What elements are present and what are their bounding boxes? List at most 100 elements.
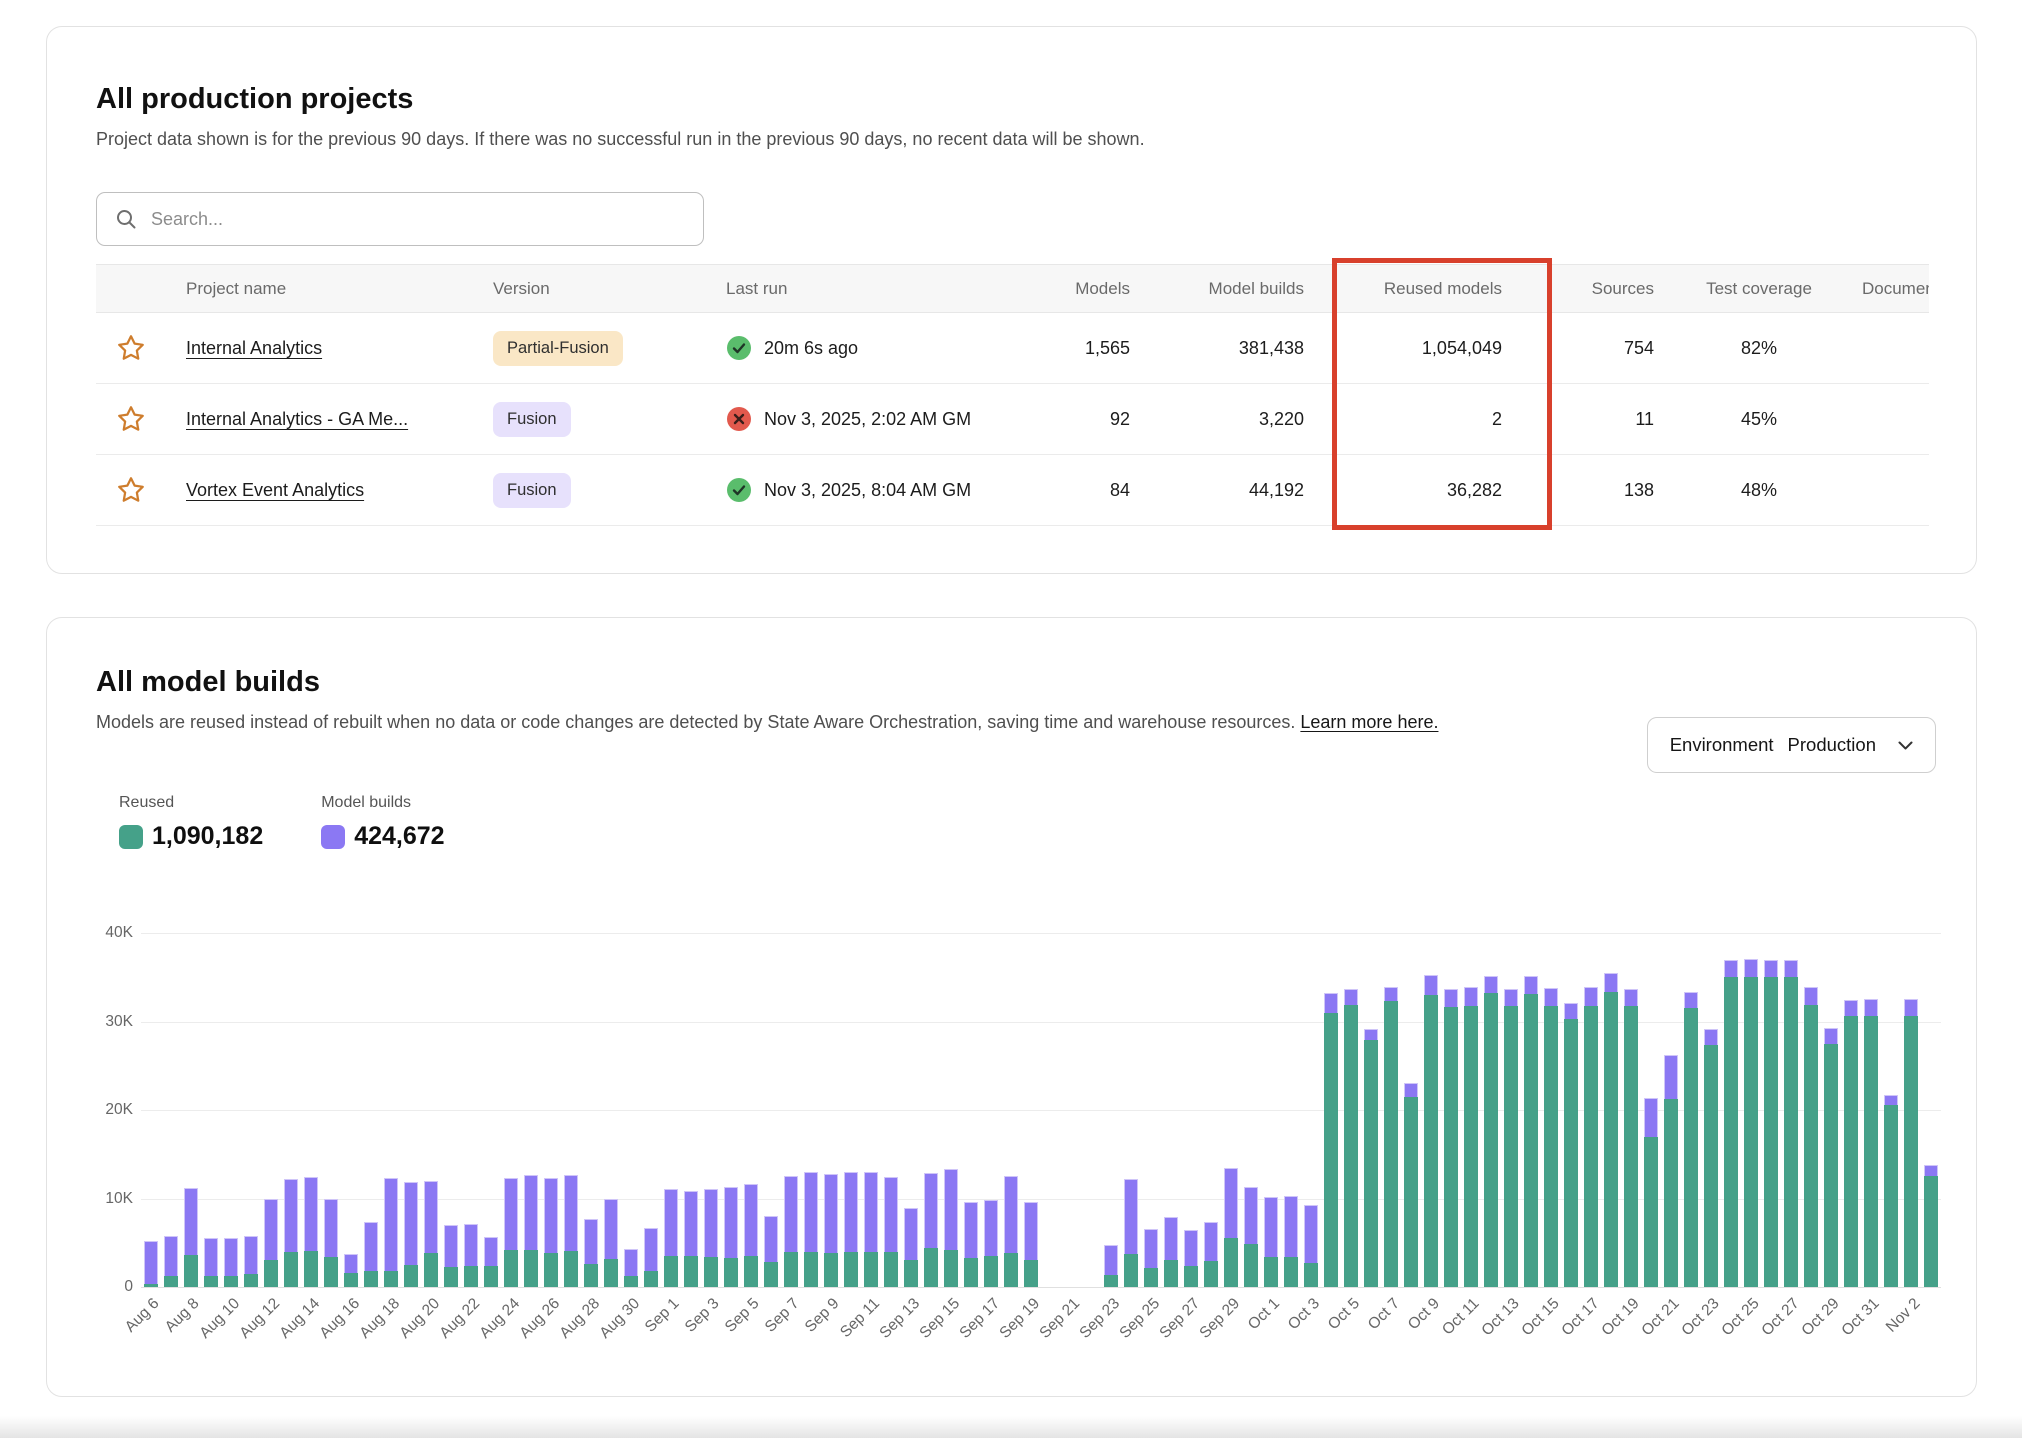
bar-aug-13[interactable] (281, 933, 301, 1287)
bar-sep-6[interactable] (761, 933, 781, 1287)
bar-sep-17[interactable]: Sep 17 (981, 933, 1001, 1287)
bar-oct-29[interactable]: Oct 29 (1821, 933, 1841, 1287)
bar-oct-23[interactable]: Oct 23 (1701, 933, 1721, 1287)
bar-oct-12[interactable] (1481, 933, 1501, 1287)
project-name-link[interactable]: Internal Analytics (186, 338, 322, 359)
bar-aug-19[interactable] (401, 933, 421, 1287)
bar-nov-1[interactable] (1881, 933, 1901, 1287)
bar-oct-15[interactable]: Oct 15 (1541, 933, 1561, 1287)
bar-sep-18[interactable] (1001, 933, 1021, 1287)
bar-aug-30[interactable]: Aug 30 (621, 933, 641, 1287)
bar-sep-29[interactable]: Sep 29 (1221, 933, 1241, 1287)
bar-sep-1[interactable]: Sep 1 (661, 933, 681, 1287)
bar-sep-19[interactable]: Sep 19 (1021, 933, 1041, 1287)
bar-aug-27[interactable] (561, 933, 581, 1287)
bar-oct-6[interactable] (1361, 933, 1381, 1287)
bar-oct-9[interactable]: Oct 9 (1421, 933, 1441, 1287)
bar-oct-27[interactable]: Oct 27 (1781, 933, 1801, 1287)
bar-aug-9[interactable] (201, 933, 221, 1287)
table-row[interactable]: Internal Analytics - GA Me...FusionNov 3… (96, 384, 1929, 455)
bar-aug-31[interactable] (641, 933, 661, 1287)
bar-oct-28[interactable] (1801, 933, 1821, 1287)
bar-sep-21[interactable]: Sep 21 (1061, 933, 1081, 1287)
environment-dropdown[interactable]: Environment Production (1647, 717, 1936, 773)
bar-sep-8[interactable] (801, 933, 821, 1287)
bar-oct-2[interactable] (1281, 933, 1301, 1287)
bar-oct-4[interactable] (1321, 933, 1341, 1287)
bar-sep-5[interactable]: Sep 5 (741, 933, 761, 1287)
bar-oct-7[interactable]: Oct 7 (1381, 933, 1401, 1287)
bar-oct-25[interactable]: Oct 25 (1741, 933, 1761, 1287)
bar-oct-10[interactable] (1441, 933, 1461, 1287)
bar-aug-24[interactable]: Aug 24 (501, 933, 521, 1287)
bar-sep-16[interactable] (961, 933, 981, 1287)
bar-aug-8[interactable]: Aug 8 (181, 933, 201, 1287)
bar-sep-26[interactable] (1161, 933, 1181, 1287)
star-icon[interactable] (116, 404, 146, 434)
bar-oct-17[interactable]: Oct 17 (1581, 933, 1601, 1287)
bar-sep-3[interactable]: Sep 3 (701, 933, 721, 1287)
bar-oct-18[interactable] (1601, 933, 1621, 1287)
bar-aug-29[interactable] (601, 933, 621, 1287)
bar-aug-20[interactable]: Aug 20 (421, 933, 441, 1287)
bar-aug-28[interactable]: Aug 28 (581, 933, 601, 1287)
bar-sep-20[interactable] (1041, 933, 1061, 1287)
bar-aug-10[interactable]: Aug 10 (221, 933, 241, 1287)
bar-aug-15[interactable] (321, 933, 341, 1287)
bar-aug-25[interactable] (521, 933, 541, 1287)
star-icon[interactable] (116, 475, 146, 505)
table-row[interactable]: Internal AnalyticsPartial-Fusion20m 6s a… (96, 313, 1929, 384)
bar-sep-14[interactable] (921, 933, 941, 1287)
bar-aug-6[interactable]: Aug 6 (141, 933, 161, 1287)
bar-nov-2[interactable]: Nov 2 (1901, 933, 1921, 1287)
bar-sep-22[interactable] (1081, 933, 1101, 1287)
bar-sep-23[interactable]: Sep 23 (1101, 933, 1121, 1287)
bar-oct-13[interactable]: Oct 13 (1501, 933, 1521, 1287)
bar-aug-23[interactable] (481, 933, 501, 1287)
bar-sep-28[interactable] (1201, 933, 1221, 1287)
bar-aug-14[interactable]: Aug 14 (301, 933, 321, 1287)
bar-sep-12[interactable] (881, 933, 901, 1287)
bar-oct-22[interactable] (1681, 933, 1701, 1287)
bar-sep-25[interactable]: Sep 25 (1141, 933, 1161, 1287)
bar-oct-5[interactable]: Oct 5 (1341, 933, 1361, 1287)
bar-oct-30[interactable] (1841, 933, 1861, 1287)
bar-sep-30[interactable] (1241, 933, 1261, 1287)
bar-oct-21[interactable]: Oct 21 (1661, 933, 1681, 1287)
bar-oct-26[interactable] (1761, 933, 1781, 1287)
bar-aug-26[interactable]: Aug 26 (541, 933, 561, 1287)
bar-nov-3[interactable] (1921, 933, 1941, 1287)
bar-aug-11[interactable] (241, 933, 261, 1287)
bar-sep-11[interactable]: Sep 11 (861, 933, 881, 1287)
bar-aug-21[interactable] (441, 933, 461, 1287)
bar-oct-16[interactable] (1561, 933, 1581, 1287)
bar-sep-7[interactable]: Sep 7 (781, 933, 801, 1287)
bar-aug-17[interactable] (361, 933, 381, 1287)
bar-sep-15[interactable]: Sep 15 (941, 933, 961, 1287)
learn-more-link[interactable]: Learn more here. (1300, 712, 1438, 732)
project-name-link[interactable]: Internal Analytics - GA Me... (186, 409, 408, 430)
star-icon[interactable] (116, 333, 146, 363)
bar-oct-24[interactable] (1721, 933, 1741, 1287)
bar-aug-7[interactable] (161, 933, 181, 1287)
bar-aug-16[interactable]: Aug 16 (341, 933, 361, 1287)
bar-sep-2[interactable] (681, 933, 701, 1287)
bar-oct-11[interactable]: Oct 11 (1461, 933, 1481, 1287)
bar-oct-3[interactable]: Oct 3 (1301, 933, 1321, 1287)
bar-oct-8[interactable] (1401, 933, 1421, 1287)
bar-aug-18[interactable]: Aug 18 (381, 933, 401, 1287)
bar-sep-4[interactable] (721, 933, 741, 1287)
search-input[interactable] (137, 193, 703, 245)
bar-sep-9[interactable]: Sep 9 (821, 933, 841, 1287)
bar-oct-1[interactable]: Oct 1 (1261, 933, 1281, 1287)
bar-oct-31[interactable]: Oct 31 (1861, 933, 1881, 1287)
bar-sep-27[interactable]: Sep 27 (1181, 933, 1201, 1287)
bar-aug-12[interactable]: Aug 12 (261, 933, 281, 1287)
bar-aug-22[interactable]: Aug 22 (461, 933, 481, 1287)
bar-oct-20[interactable] (1641, 933, 1661, 1287)
bar-sep-13[interactable]: Sep 13 (901, 933, 921, 1287)
bar-oct-14[interactable] (1521, 933, 1541, 1287)
table-row[interactable]: Vortex Event AnalyticsFusionNov 3, 2025,… (96, 455, 1929, 526)
bar-oct-19[interactable]: Oct 19 (1621, 933, 1641, 1287)
bar-sep-24[interactable] (1121, 933, 1141, 1287)
